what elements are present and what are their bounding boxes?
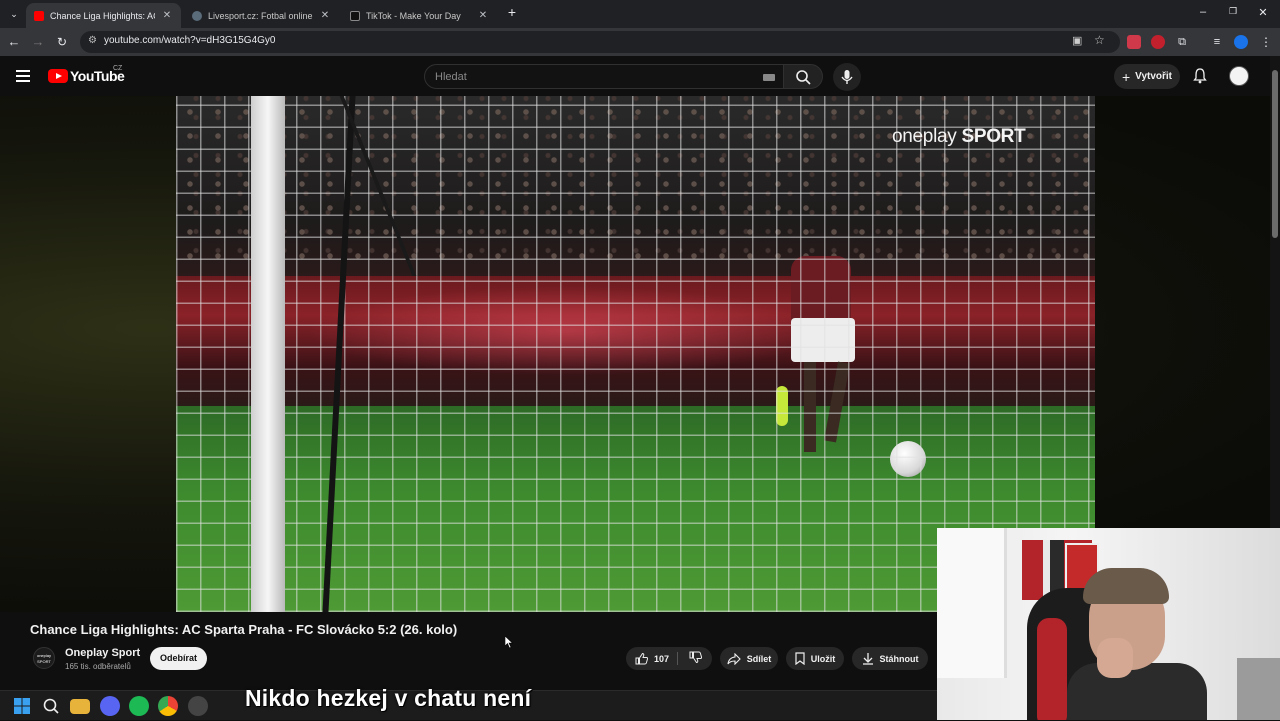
voice-search-button[interactable] bbox=[833, 63, 861, 91]
livesport-favicon-icon bbox=[192, 10, 202, 21]
channel-name[interactable]: Oneplay Sport bbox=[65, 647, 140, 659]
thumbs-down-icon bbox=[689, 651, 702, 666]
bookmark-icon bbox=[795, 652, 805, 665]
discord-icon[interactable] bbox=[100, 696, 120, 716]
mouse-cursor-icon bbox=[505, 636, 513, 648]
keyboard-icon[interactable] bbox=[763, 74, 775, 81]
tab-youtube[interactable]: Chance Liga Highlights: AC Sparta Praha … bbox=[26, 3, 181, 28]
forward-icon[interactable]: → bbox=[30, 34, 46, 50]
subscribe-button[interactable]: Odebírat bbox=[150, 647, 207, 670]
restore-icon[interactable]: ❐ bbox=[1223, 6, 1243, 17]
browser-menu-icon[interactable]: ⋮ bbox=[1258, 34, 1274, 50]
tab-label: Livesport.cz: Fotbal online, fotbalové bbox=[208, 10, 313, 21]
back-icon[interactable]: ← bbox=[6, 34, 22, 50]
spotify-icon[interactable] bbox=[129, 696, 149, 716]
url-text: youtube.com/watch?v=dH3G15G4Gy0 bbox=[104, 35, 276, 46]
channel-subscriber-count: 165 tis. odběratelů bbox=[65, 662, 131, 671]
stream-caption: Nikdo hezkej v chatu není bbox=[245, 685, 532, 711]
save-button[interactable]: Uložit bbox=[786, 647, 844, 670]
video-frame-goal-post bbox=[251, 96, 285, 612]
chrome-icon[interactable] bbox=[158, 696, 178, 716]
file-explorer-icon[interactable] bbox=[70, 699, 90, 714]
close-tab-icon[interactable]: ✕ bbox=[161, 10, 173, 21]
download-button[interactable]: Stáhnout bbox=[852, 647, 928, 670]
page-scrollbar-thumb[interactable] bbox=[1272, 70, 1278, 238]
minimize-icon[interactable]: – bbox=[1193, 6, 1213, 18]
microphone-icon bbox=[841, 70, 853, 84]
streamer-webcam bbox=[937, 528, 1280, 720]
plus-icon: + bbox=[1121, 68, 1131, 85]
omnibox[interactable]: ⚙ youtube.com/watch?v=dH3G15G4Gy0 ▣ ☆ bbox=[80, 31, 1120, 53]
webcam-person-hand bbox=[1097, 638, 1133, 678]
oneplay-sport-watermark: oneplay SPORT bbox=[892, 126, 1026, 148]
tab-tiktok[interactable]: TikTok - Make Your Day ✕ bbox=[342, 3, 497, 28]
dislike-button[interactable] bbox=[678, 647, 712, 670]
create-button[interactable]: + Vytvořit bbox=[1114, 64, 1180, 89]
thumbs-up-icon bbox=[635, 652, 648, 665]
webcam-shelf bbox=[1237, 658, 1280, 720]
app-icon[interactable] bbox=[188, 696, 208, 716]
tiktok-favicon-icon bbox=[350, 10, 360, 21]
search-button[interactable] bbox=[783, 64, 823, 89]
close-tab-icon[interactable]: ✕ bbox=[319, 10, 331, 21]
new-tab-button[interactable]: + bbox=[502, 4, 522, 20]
share-arrow-icon bbox=[727, 652, 741, 665]
extension-icon[interactable] bbox=[1151, 35, 1165, 49]
webcam-chair-accent bbox=[1037, 618, 1067, 720]
like-button[interactable]: 107 bbox=[626, 647, 678, 670]
save-label: Uložit bbox=[810, 653, 836, 664]
browser-tab-strip: ⌄ Chance Liga Highlights: AC Sparta Prah… bbox=[0, 0, 1280, 28]
webcam-window bbox=[937, 528, 1007, 678]
site-info-icon[interactable]: ⚙ bbox=[88, 35, 97, 46]
cast-icon[interactable]: ▣ bbox=[1072, 34, 1082, 47]
tab-label: TikTok - Make Your Day bbox=[366, 10, 461, 21]
country-code: CZ bbox=[113, 65, 123, 72]
youtube-logo-icon[interactable] bbox=[48, 69, 68, 83]
create-label: Vytvořit bbox=[1135, 71, 1173, 82]
profile-icon[interactable] bbox=[1234, 35, 1248, 49]
taskbar-search-icon[interactable] bbox=[41, 696, 61, 716]
close-tab-icon[interactable]: ✕ bbox=[477, 10, 489, 21]
close-window-icon[interactable]: ✕ bbox=[1253, 6, 1273, 19]
video-title: Chance Liga Highlights: AC Sparta Praha … bbox=[30, 622, 458, 637]
tab-label: Chance Liga Highlights: AC Sparta Praha … bbox=[50, 10, 155, 21]
webcam-person-body bbox=[1067, 663, 1207, 720]
download-icon bbox=[862, 652, 874, 665]
address-bar: ← → ↻ ⚙ youtube.com/watch?v=dH3G15G4Gy0 … bbox=[0, 28, 1280, 56]
account-avatar[interactable] bbox=[1229, 66, 1249, 86]
share-button[interactable]: Sdílet bbox=[720, 647, 778, 670]
download-label: Stáhnout bbox=[879, 653, 919, 664]
media-control-icon[interactable]: ≡ bbox=[1209, 34, 1225, 50]
webcam-person-hair bbox=[1083, 568, 1169, 604]
extension-icon[interactable] bbox=[1127, 35, 1141, 49]
tab-livesport[interactable]: Livesport.cz: Fotbal online, fotbalové ✕ bbox=[184, 3, 339, 28]
like-count: 107 bbox=[653, 653, 670, 664]
search-placeholder: Hledat bbox=[435, 71, 467, 83]
youtube-header: YouTube CZ Hledat + Vytvořit bbox=[0, 56, 1270, 96]
channel-avatar[interactable]: oneplay SPORT bbox=[33, 647, 55, 669]
windows-start-icon[interactable] bbox=[12, 696, 32, 716]
bookmark-star-icon[interactable]: ☆ bbox=[1094, 33, 1105, 47]
reload-icon[interactable]: ↻ bbox=[54, 34, 70, 50]
watermark-bold-text: SPORT bbox=[961, 126, 1026, 147]
share-label: Sdílet bbox=[746, 653, 772, 664]
search-icon bbox=[796, 70, 811, 85]
tab-search-icon[interactable]: ⌄ bbox=[6, 6, 22, 22]
hamburger-menu-icon[interactable] bbox=[16, 70, 30, 82]
watermark-light-text: oneplay bbox=[892, 126, 957, 147]
search-input[interactable]: Hledat bbox=[424, 64, 784, 89]
notifications-bell-icon[interactable] bbox=[1193, 68, 1207, 84]
extensions-puzzle-icon[interactable]: ⧉ bbox=[1174, 34, 1190, 50]
youtube-favicon-icon bbox=[34, 10, 44, 21]
